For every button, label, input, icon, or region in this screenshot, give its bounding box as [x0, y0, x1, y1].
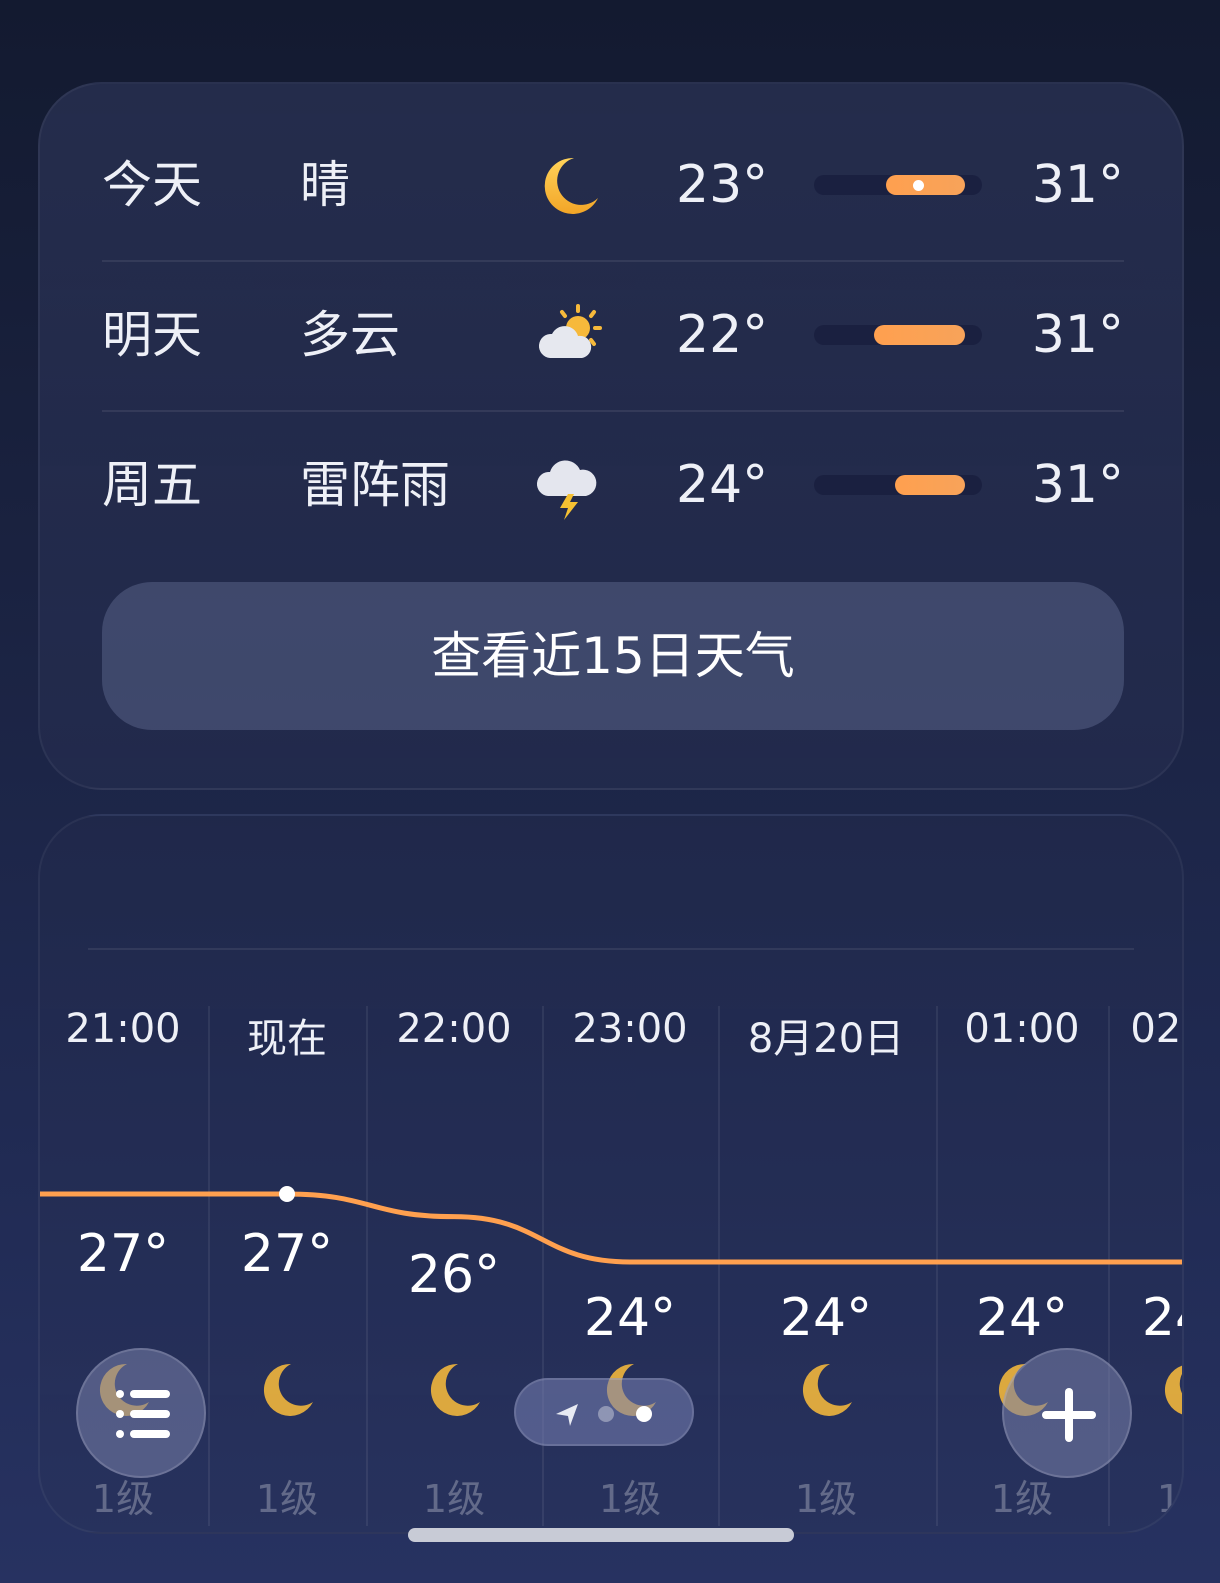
page-indicator-dots	[556, 1404, 652, 1426]
moon-icon	[544, 157, 598, 214]
thunderstorm-icon	[536, 460, 597, 520]
temp-range-bar	[814, 475, 982, 495]
low-temp: 24°	[676, 455, 769, 515]
day-name: 明天	[102, 306, 202, 364]
page-dot-active	[636, 1406, 652, 1422]
forecast-card: 今天 晴 23° 31° 明天 多云 22° 31° 周五 雷阵雨 24° 31…	[38, 82, 1184, 790]
page-indicator[interactable]	[514, 1378, 694, 1446]
page-dot	[598, 1406, 614, 1422]
high-temp: 31°	[1031, 455, 1124, 515]
city-list-button[interactable]	[76, 1348, 206, 1478]
temp-range-bar	[814, 175, 982, 195]
high-temp: 31°	[1031, 155, 1124, 215]
day-condition: 多云	[300, 306, 400, 364]
day-condition: 晴	[300, 156, 350, 214]
temp-range-bar	[814, 325, 982, 345]
day-name: 今天	[102, 156, 202, 214]
list-icon	[116, 1390, 170, 1438]
location-arrow-icon	[556, 1404, 578, 1426]
add-city-button[interactable]	[1002, 1348, 1132, 1478]
high-temp: 31°	[1031, 305, 1124, 365]
view-15-day-button[interactable]: 查看近15日天气	[102, 582, 1124, 730]
day-name: 周五	[102, 456, 202, 514]
temp-range-fill	[886, 175, 966, 195]
forecast-row-friday[interactable]: 周五 雷阵雨 24° 31°	[102, 410, 1124, 560]
day-condition: 雷阵雨	[300, 456, 450, 514]
forecast-row-tomorrow[interactable]: 明天 多云 22° 31°	[102, 260, 1124, 410]
plus-icon	[1042, 1388, 1096, 1442]
forecast-row-today[interactable]: 今天 晴 23° 31°	[102, 110, 1124, 260]
home-indicator[interactable]	[408, 1528, 794, 1542]
temp-curve-line	[40, 1191, 1182, 1265]
temp-range-fill	[894, 475, 966, 495]
low-temp: 22°	[676, 305, 769, 365]
temp-range-fill	[874, 325, 966, 345]
current-hour-marker	[279, 1186, 295, 1202]
partly-cloudy-icon	[538, 304, 602, 358]
low-temp: 23°	[676, 155, 769, 215]
